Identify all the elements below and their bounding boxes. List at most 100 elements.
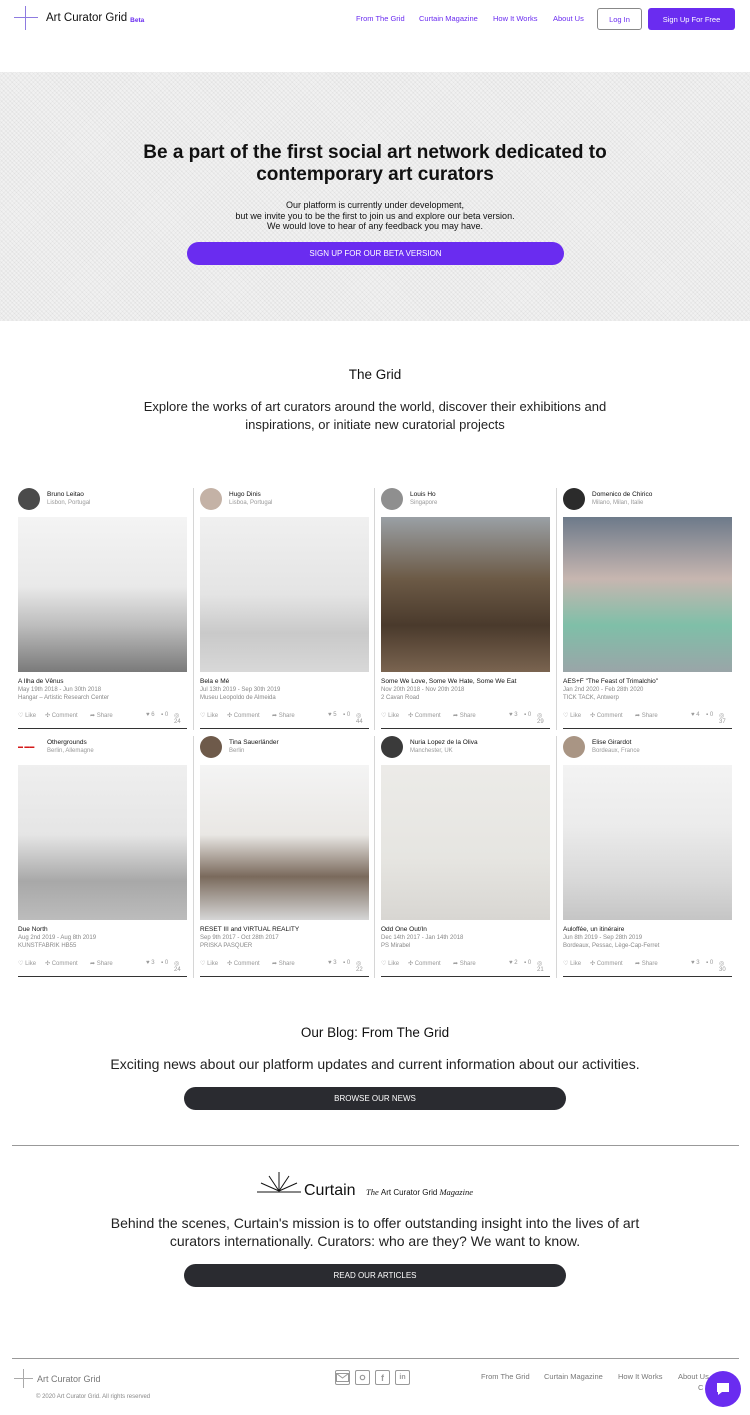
exhibition-image[interactable] bbox=[18, 765, 187, 920]
comment-button[interactable]: ✣ Comment bbox=[590, 960, 623, 967]
curator-card[interactable]: Bruno Leitao Lisbon, Portugal A Ilha de Vê… bbox=[18, 488, 188, 736]
share-button[interactable]: ➦ Share bbox=[635, 712, 658, 719]
curator-avatar[interactable] bbox=[200, 736, 222, 758]
likes-value: 2 bbox=[514, 960, 518, 966]
like-button[interactable]: ♡ Like bbox=[381, 960, 399, 967]
facebook-icon[interactable]: f bbox=[375, 1370, 390, 1385]
exhibition-title[interactable]: Bela e Mé bbox=[200, 678, 229, 685]
comments-count: ▪ 0 bbox=[706, 960, 713, 966]
curator-name[interactable]: Othergrounds bbox=[47, 739, 87, 746]
mail-icon[interactable] bbox=[335, 1370, 350, 1385]
heart-icon: ♡ bbox=[18, 961, 24, 967]
curator-avatar[interactable]: ▬ ▬▬ bbox=[18, 742, 42, 752]
share-button[interactable]: ➦ Share bbox=[272, 960, 295, 967]
instagram-icon[interactable] bbox=[355, 1370, 370, 1385]
comment-button[interactable]: ✣ Comment bbox=[227, 960, 260, 967]
exhibition-title[interactable]: AES+F "The Feast of Trimalchio" bbox=[563, 678, 658, 685]
footer-logo[interactable]: Art Curator Grid bbox=[14, 1369, 101, 1388]
exhibition-title[interactable]: A Ilha de Vênus bbox=[18, 678, 64, 685]
curator-avatar[interactable] bbox=[563, 736, 585, 758]
comment-button[interactable]: ✣ Comment bbox=[408, 712, 441, 719]
exhibition-title[interactable]: Due North bbox=[18, 926, 48, 933]
browse-news-button[interactable]: BROWSE OUR NEWS bbox=[184, 1087, 566, 1110]
views-value: 22 bbox=[356, 967, 363, 973]
read-articles-button[interactable]: READ OUR ARTICLES bbox=[184, 1264, 566, 1287]
comment-button[interactable]: ✣ Comment bbox=[45, 712, 78, 719]
beta-signup-button[interactable]: SIGN UP FOR OUR BETA VERSION bbox=[187, 242, 564, 265]
exhibition-dates: Jan 2nd 2020 - Feb 28th 2020 bbox=[563, 687, 644, 693]
share-button[interactable]: ➦ Share bbox=[90, 712, 113, 719]
footer-nav-curtain-magazine[interactable]: Curtain Magazine bbox=[544, 1372, 603, 1381]
curator-name[interactable]: Louis Ho bbox=[410, 491, 436, 498]
curator-avatar[interactable] bbox=[381, 488, 403, 510]
views-count: ◎ 30 bbox=[719, 960, 732, 973]
share-button[interactable]: ➦ Share bbox=[272, 712, 295, 719]
comment-button[interactable]: ✣ Comment bbox=[45, 960, 78, 967]
like-button[interactable]: ♡ Like bbox=[18, 960, 36, 967]
exhibition-image[interactable] bbox=[200, 765, 369, 920]
chat-button[interactable] bbox=[705, 1371, 741, 1407]
curator-name[interactable]: Tina Sauerländer bbox=[229, 739, 279, 746]
linkedin-icon[interactable]: in bbox=[395, 1370, 410, 1385]
nav-how-it-works[interactable]: How It Works bbox=[493, 14, 537, 23]
exhibition-image[interactable] bbox=[381, 765, 550, 920]
comment-button[interactable]: ✣ Comment bbox=[590, 712, 623, 719]
comment-button[interactable]: ✣ Comment bbox=[227, 712, 260, 719]
like-button[interactable]: ♡ Like bbox=[200, 960, 218, 967]
footer-nav-how-it-works[interactable]: How It Works bbox=[618, 1372, 662, 1381]
likes-count: ♥ 2 bbox=[509, 960, 518, 966]
footer-nav-extra[interactable]: C bbox=[698, 1383, 703, 1392]
section-divider bbox=[12, 1145, 739, 1146]
footer-nav-from-the-grid[interactable]: From The Grid bbox=[481, 1372, 530, 1381]
logo-cross-icon bbox=[14, 6, 38, 30]
exhibition-dates: Dec 14th 2017 - Jan 14th 2018 bbox=[381, 935, 464, 941]
exhibition-image[interactable] bbox=[200, 517, 369, 672]
exhibition-image[interactable] bbox=[563, 765, 732, 920]
exhibition-title[interactable]: RESET III and VIRTUAL REALITY bbox=[200, 926, 299, 933]
like-button[interactable]: ♡ Like bbox=[563, 960, 581, 967]
curator-avatar[interactable] bbox=[18, 488, 40, 510]
comment-button[interactable]: ✣ Comment bbox=[408, 960, 441, 967]
curator-name[interactable]: Bruno Leitao bbox=[47, 491, 84, 498]
share-button[interactable]: ➦ Share bbox=[453, 712, 476, 719]
like-button[interactable]: ♡ Like bbox=[381, 712, 399, 719]
nav-curtain-magazine[interactable]: Curtain Magazine bbox=[419, 14, 478, 23]
nav-from-the-grid[interactable]: From The Grid bbox=[356, 14, 405, 23]
exhibition-image[interactable] bbox=[381, 517, 550, 672]
exhibition-title[interactable]: Odd One Out/In bbox=[381, 926, 427, 933]
nav-about-us[interactable]: About Us bbox=[553, 14, 584, 23]
exhibition-title[interactable]: Some We Love, Some We Hate, Some We Eat bbox=[381, 678, 516, 685]
curator-name[interactable]: Elise Girardot bbox=[592, 739, 631, 746]
signup-button[interactable]: Sign Up For Free bbox=[648, 8, 735, 30]
share-button[interactable]: ➦ Share bbox=[453, 960, 476, 967]
curator-card[interactable]: Nuria Lopez de la Oliva Manchester, UK Odd… bbox=[374, 736, 551, 984]
curator-card[interactable]: Louis Ho Singapore Some We Love, Some We H… bbox=[374, 488, 551, 736]
comment-icon: ✣ bbox=[590, 713, 596, 719]
exhibition-title[interactable]: Auloffée, un itinéraire bbox=[563, 926, 624, 933]
curator-avatar[interactable] bbox=[563, 488, 585, 510]
login-button[interactable]: Log In bbox=[597, 8, 642, 30]
share-button[interactable]: ➦ Share bbox=[90, 960, 113, 967]
curator-card[interactable]: Tina Sauerländer Berlin RESET III and VIRT… bbox=[193, 736, 370, 984]
curator-name[interactable]: Domenico de Chirico bbox=[592, 491, 652, 498]
curator-card[interactable]: Domenico de Chirico Milano, Milan, Italie… bbox=[556, 488, 733, 736]
curator-name[interactable]: Nuria Lopez de la Oliva bbox=[410, 739, 478, 746]
curator-card[interactable]: Hugo Dinis Lisboa, Portugal Bela e Mé Jul 1… bbox=[193, 488, 370, 736]
exhibition-dates: Aug 2nd 2019 - Aug 8th 2019 bbox=[18, 935, 97, 941]
share-button[interactable]: ➦ Share bbox=[635, 960, 658, 967]
exhibition-image[interactable] bbox=[563, 517, 732, 672]
comment-icon: ✣ bbox=[408, 713, 414, 719]
site-logo[interactable]: Art Curator Grid Beta bbox=[14, 6, 144, 30]
curator-avatar[interactable] bbox=[381, 736, 403, 758]
footer-nav-about-us[interactable]: About Us bbox=[678, 1372, 709, 1381]
like-button[interactable]: ♡ Like bbox=[18, 712, 36, 719]
card-separator bbox=[556, 736, 557, 978]
curator-card[interactable]: ▬ ▬▬ Othergrounds Berlin, Allemagne Due Nor… bbox=[18, 736, 188, 984]
exhibition-image[interactable] bbox=[18, 517, 187, 672]
curator-location: Milano, Milan, Italie bbox=[592, 500, 644, 506]
curator-avatar[interactable] bbox=[200, 488, 222, 510]
curator-card[interactable]: Elise Girardot Bordeaux, France Auloffée, … bbox=[556, 736, 733, 984]
like-button[interactable]: ♡ Like bbox=[200, 712, 218, 719]
curator-name[interactable]: Hugo Dinis bbox=[229, 491, 261, 498]
like-button[interactable]: ♡ Like bbox=[563, 712, 581, 719]
